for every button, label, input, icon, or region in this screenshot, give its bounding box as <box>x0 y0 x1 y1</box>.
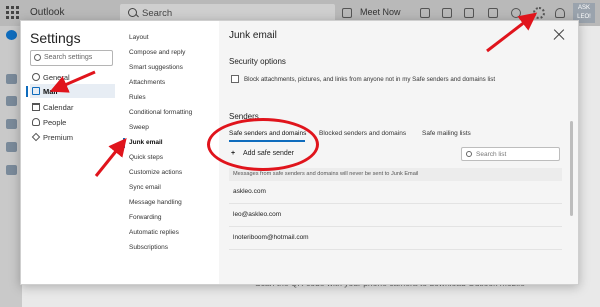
subcategory-smart-suggestions[interactable]: Smart suggestions <box>129 64 183 71</box>
files-rail-icon[interactable] <box>6 165 17 175</box>
list-item[interactable]: leo@askleo.com <box>229 205 562 227</box>
settings-gear-icon[interactable] <box>533 7 545 19</box>
subcategory-sync-email[interactable]: Sync email <box>129 184 161 191</box>
calendar-icon <box>32 103 40 111</box>
subcategory-junk-email[interactable]: Junk email <box>123 138 163 148</box>
mail-rail-icon[interactable] <box>6 74 17 84</box>
subcategory-layout[interactable]: Layout <box>129 34 149 41</box>
tips-icon[interactable] <box>555 8 565 18</box>
category-mail[interactable]: Mail <box>26 84 115 98</box>
subcategory-attachments[interactable]: Attachments <box>129 79 165 86</box>
security-options-title: Security options <box>229 57 286 66</box>
block-attachments-checkbox[interactable] <box>231 75 239 83</box>
camera-icon[interactable] <box>342 8 352 18</box>
mail-subcategories: Layout Compose and reply Smart suggestio… <box>119 21 219 284</box>
gear-icon <box>32 73 40 81</box>
megaphone-icon[interactable] <box>488 8 498 18</box>
category-label: Calendar <box>43 103 74 112</box>
search-icon <box>128 8 137 17</box>
people-icon <box>32 118 40 126</box>
calendar-top-icon[interactable] <box>464 8 474 18</box>
close-icon[interactable] <box>552 28 566 42</box>
category-general[interactable]: General <box>30 70 115 84</box>
bell-icon[interactable] <box>511 8 521 18</box>
mail-icon <box>32 87 40 95</box>
meet-now-button[interactable]: Meet Now <box>360 7 401 17</box>
settings-categories: Settings Search settings General Mail Ca… <box>21 21 119 284</box>
subcategory-customize-actions[interactable]: Customize actions <box>129 169 182 176</box>
brand-name: Outlook <box>30 7 65 18</box>
subcategory-rules[interactable]: Rules <box>129 94 146 101</box>
global-search-label: Search <box>142 8 173 19</box>
tasks-rail-icon[interactable] <box>6 142 17 152</box>
app-rail <box>0 26 22 307</box>
people-rail-icon[interactable] <box>6 119 17 129</box>
subcategory-automatic-replies[interactable]: Automatic replies <box>129 229 179 236</box>
list-item[interactable]: askleo.com <box>229 182 562 204</box>
subcategory-forwarding[interactable]: Forwarding <box>129 214 162 221</box>
subcategory-message-handling[interactable]: Message handling <box>129 199 182 206</box>
outlook-rail-icon[interactable] <box>6 30 17 40</box>
diamond-icon <box>31 132 41 142</box>
category-label: Premium <box>43 133 74 142</box>
search-icon <box>466 151 472 157</box>
category-premium[interactable]: Premium <box>30 130 115 144</box>
list-item[interactable]: lnoteriboom@hotmail.com <box>229 228 562 250</box>
search-icon <box>34 54 41 61</box>
tab-safe-mailing-lists[interactable]: Safe mailing lists <box>422 130 471 137</box>
calendar-rail-icon[interactable] <box>6 96 17 106</box>
subcategory-conditional-formatting[interactable]: Conditional formatting <box>129 109 192 116</box>
category-people[interactable]: People <box>30 115 115 129</box>
category-calendar[interactable]: Calendar <box>30 100 115 114</box>
premium-icon[interactable] <box>442 8 452 18</box>
subcategory-subscriptions[interactable]: Subscriptions <box>129 244 168 251</box>
settings-search-input[interactable]: Search settings <box>30 50 113 66</box>
scrollbar[interactable] <box>570 121 573 216</box>
subcategory-compose[interactable]: Compose and reply <box>129 49 185 56</box>
category-label: General <box>43 73 70 82</box>
tab-blocked-senders[interactable]: Blocked senders and domains <box>319 130 406 137</box>
category-label: People <box>43 118 67 127</box>
settings-search-placeholder: Search settings <box>44 54 93 61</box>
category-label: Mail <box>43 87 58 96</box>
settings-title: Settings <box>30 30 81 46</box>
annotation-circle <box>207 118 319 171</box>
subcategory-sweep[interactable]: Sweep <box>129 124 149 131</box>
block-attachments-label: Block attachments, pictures, and links f… <box>244 76 496 83</box>
search-list-input[interactable]: Search list <box>461 147 560 161</box>
safe-senders-info: Messages from safe senders and domains w… <box>229 168 562 181</box>
app-launcher-icon[interactable] <box>6 6 20 20</box>
search-list-placeholder: Search list <box>476 151 507 158</box>
page-title: Junk email <box>229 30 277 41</box>
subcategory-quick-steps[interactable]: Quick steps <box>129 154 163 161</box>
teams-icon[interactable] <box>420 8 430 18</box>
